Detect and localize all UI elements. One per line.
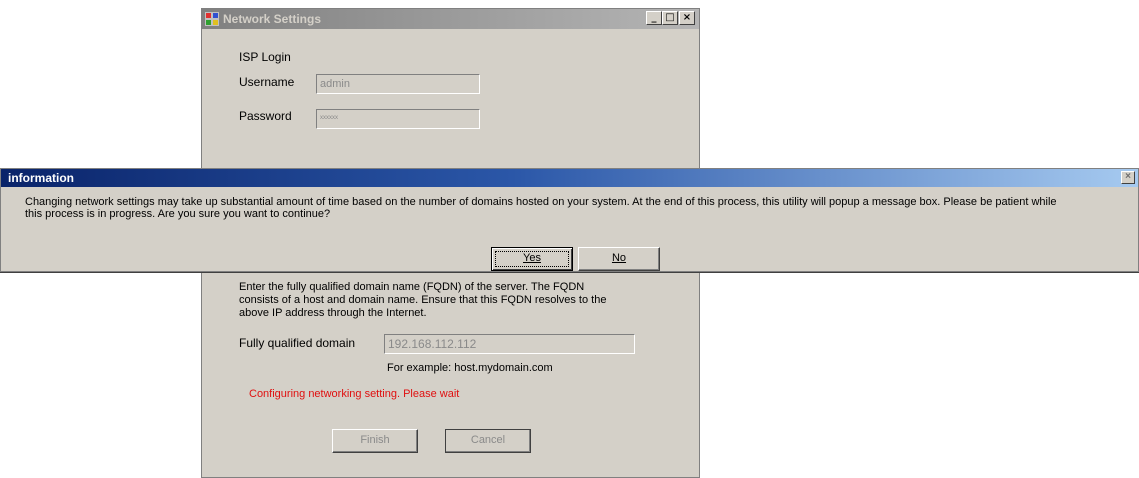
yes-button[interactable]: Yes xyxy=(491,247,573,271)
fqdn-description-line: Enter the fully qualified domain name (F… xyxy=(239,281,585,293)
app-window-icon xyxy=(205,12,219,26)
no-button[interactable]: No xyxy=(578,247,660,271)
fqdn-field[interactable]: 192.168.112.112 xyxy=(384,334,635,354)
dialog-title: information xyxy=(8,171,74,185)
fqdn-description: Enter the fully qualified domain name (F… xyxy=(239,281,679,320)
maximize-button[interactable]: □ xyxy=(662,11,678,25)
dialog-title-bar[interactable]: information × xyxy=(1,169,1138,187)
username-field[interactable]: admin xyxy=(316,74,480,94)
isp-login-heading: ISP Login xyxy=(239,50,291,64)
password-label: Password xyxy=(239,109,292,123)
fqdn-label: Fully qualified domain xyxy=(239,336,356,350)
dialog-message-line: Changing network settings may take up su… xyxy=(25,196,1057,208)
information-dialog: information × Changing network settings … xyxy=(0,168,1139,272)
fqdn-example-text: For example: host.mydomain.com xyxy=(387,362,553,374)
no-button-label: No xyxy=(611,252,627,264)
close-button[interactable]: × xyxy=(679,11,695,25)
password-field[interactable]: xxxxxx xyxy=(316,109,480,129)
dialog-message: Changing network settings may take up su… xyxy=(25,196,1125,220)
finish-button[interactable]: Finish xyxy=(332,429,418,453)
cancel-button[interactable]: Cancel xyxy=(445,429,531,453)
username-label: Username xyxy=(239,75,295,89)
dialog-close-button[interactable]: × xyxy=(1121,171,1135,184)
dialog-message-line: this process is in progress. Are you sur… xyxy=(25,208,331,220)
main-window-title: Network Settings xyxy=(223,12,322,26)
status-message: Configuring networking setting. Please w… xyxy=(249,388,460,400)
fqdn-description-line: consists of a host and domain name. Ensu… xyxy=(239,294,607,306)
yes-focus-ring xyxy=(495,251,569,267)
minimize-button[interactable]: _ xyxy=(646,11,662,25)
fqdn-description-line: above IP address through the Internet. xyxy=(239,307,427,319)
main-title-bar[interactable]: Network Settings _ □ × xyxy=(202,9,699,29)
